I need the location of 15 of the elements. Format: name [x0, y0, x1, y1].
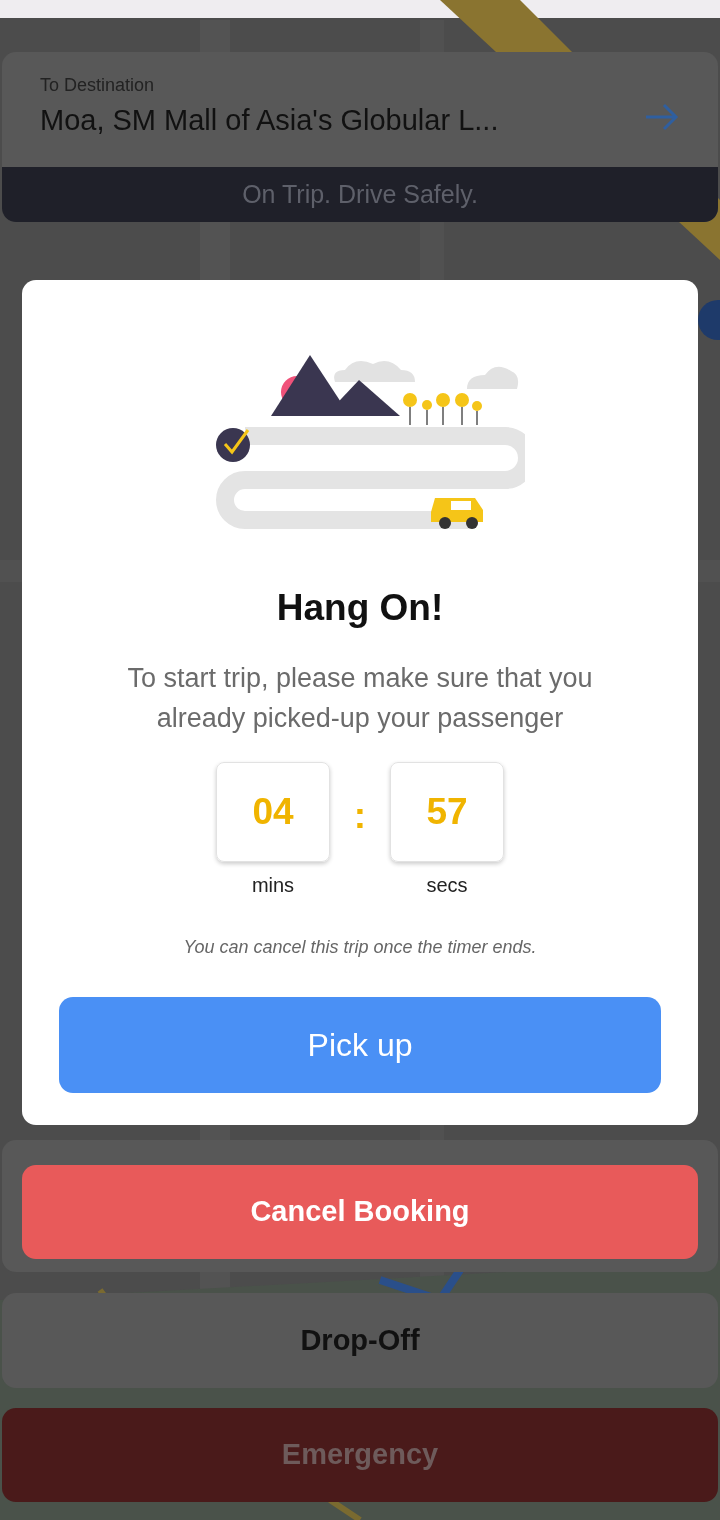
timer-unit: secs: [425, 872, 469, 898]
emergency-button[interactable]: Emergency: [2, 1408, 718, 1502]
dialog-title: Hang On!: [275, 586, 445, 630]
destination-address: Moa, SM Mall of Asia's Globular L...: [40, 103, 499, 138]
pick-up-button[interactable]: Pick up: [59, 996, 661, 1093]
timer-separator: :: [352, 793, 368, 838]
arrow-right-icon[interactable]: [644, 102, 680, 132]
cancel-booking-button[interactable]: Cancel Booking: [22, 1165, 698, 1259]
dialog-message: To start trip, please make sure that you already picked-up your passenger: [126, 661, 594, 735]
timer-value: 57: [390, 761, 504, 862]
timer-unit: mins: [250, 872, 296, 898]
status-banner: On Trip. Drive Safely.: [2, 167, 718, 222]
drop-off-button[interactable]: Drop-Off: [2, 1293, 718, 1388]
timer-value: 04: [216, 761, 330, 862]
timer-note: You can cancel this trip once the timer ends.: [182, 935, 538, 959]
